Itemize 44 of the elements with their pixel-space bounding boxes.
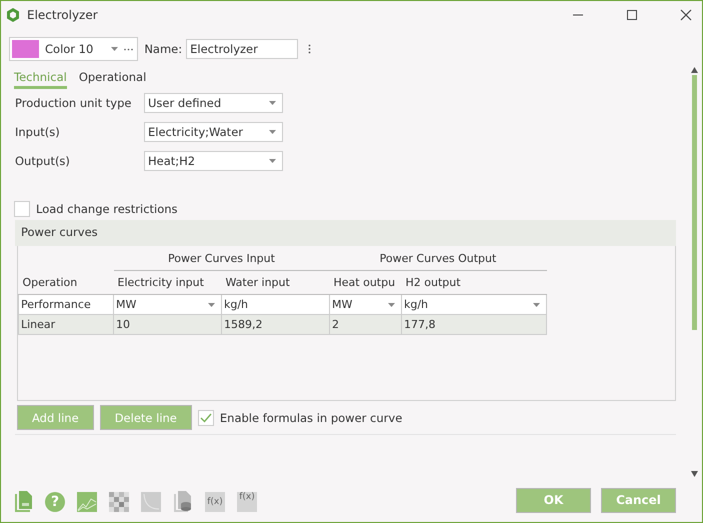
caret-icon <box>111 47 118 51</box>
group-header: Power Curves Input <box>114 246 330 270</box>
color-dropdown[interactable]: Color 10 <box>9 37 138 61</box>
name-field[interactable]: Electrolyzer <box>186 39 298 59</box>
dropdown[interactable]: Electricity;Water <box>144 122 283 142</box>
caret-icon <box>533 302 540 306</box>
caret-icon <box>208 302 215 306</box>
table-cell: 2 <box>330 314 402 334</box>
document-icon[interactable] <box>13 491 33 513</box>
section-title: Power curves <box>21 225 98 239</box>
dropdown[interactable]: Heat;H2 <box>144 151 283 171</box>
dropdown[interactable]: User defined <box>144 93 283 113</box>
maximize-icon[interactable] <box>626 9 638 21</box>
window-title: Electrolyzer <box>27 8 98 22</box>
caret-icon <box>269 130 276 134</box>
checkbox[interactable] <box>14 201 30 217</box>
checkbox[interactable] <box>198 410 214 426</box>
hexagon-ring-icon <box>5 7 21 23</box>
caret-icon <box>269 101 276 105</box>
table-cell: Performance <box>18 294 114 314</box>
more-icon[interactable] <box>124 48 134 50</box>
table-cell[interactable]: kg/h <box>402 294 546 314</box>
caret-icon <box>269 159 276 163</box>
table-cell[interactable]: MW <box>330 294 402 314</box>
table-cell: Linear <box>18 314 114 334</box>
field-label: Production unit type <box>15 96 132 110</box>
table-cell: 1589,2 <box>222 314 330 334</box>
group-header: Power Curves Output <box>330 246 546 270</box>
checkbox-label: Load change restrictions <box>36 202 178 216</box>
field-label: Input(s) <box>15 125 61 139</box>
table-cell: 10 <box>114 314 222 334</box>
table-cell: kg/h <box>222 294 330 314</box>
name-label: Name: <box>144 42 182 56</box>
scroll-down-icon[interactable] <box>690 471 698 477</box>
field-label: Output(s) <box>15 154 71 168</box>
kebab-icon[interactable] <box>308 44 312 54</box>
tab[interactable]: Operational <box>78 70 146 89</box>
caret-icon <box>388 302 395 306</box>
scroll-up-icon[interactable] <box>690 67 698 73</box>
table-cell: 177,8 <box>402 314 546 334</box>
table-cell[interactable]: MW <box>114 294 222 314</box>
scrollbar-thumb[interactable] <box>692 75 696 330</box>
checkbox-label: Enable formulas in power curve <box>220 410 402 424</box>
close-icon[interactable] <box>680 9 692 21</box>
